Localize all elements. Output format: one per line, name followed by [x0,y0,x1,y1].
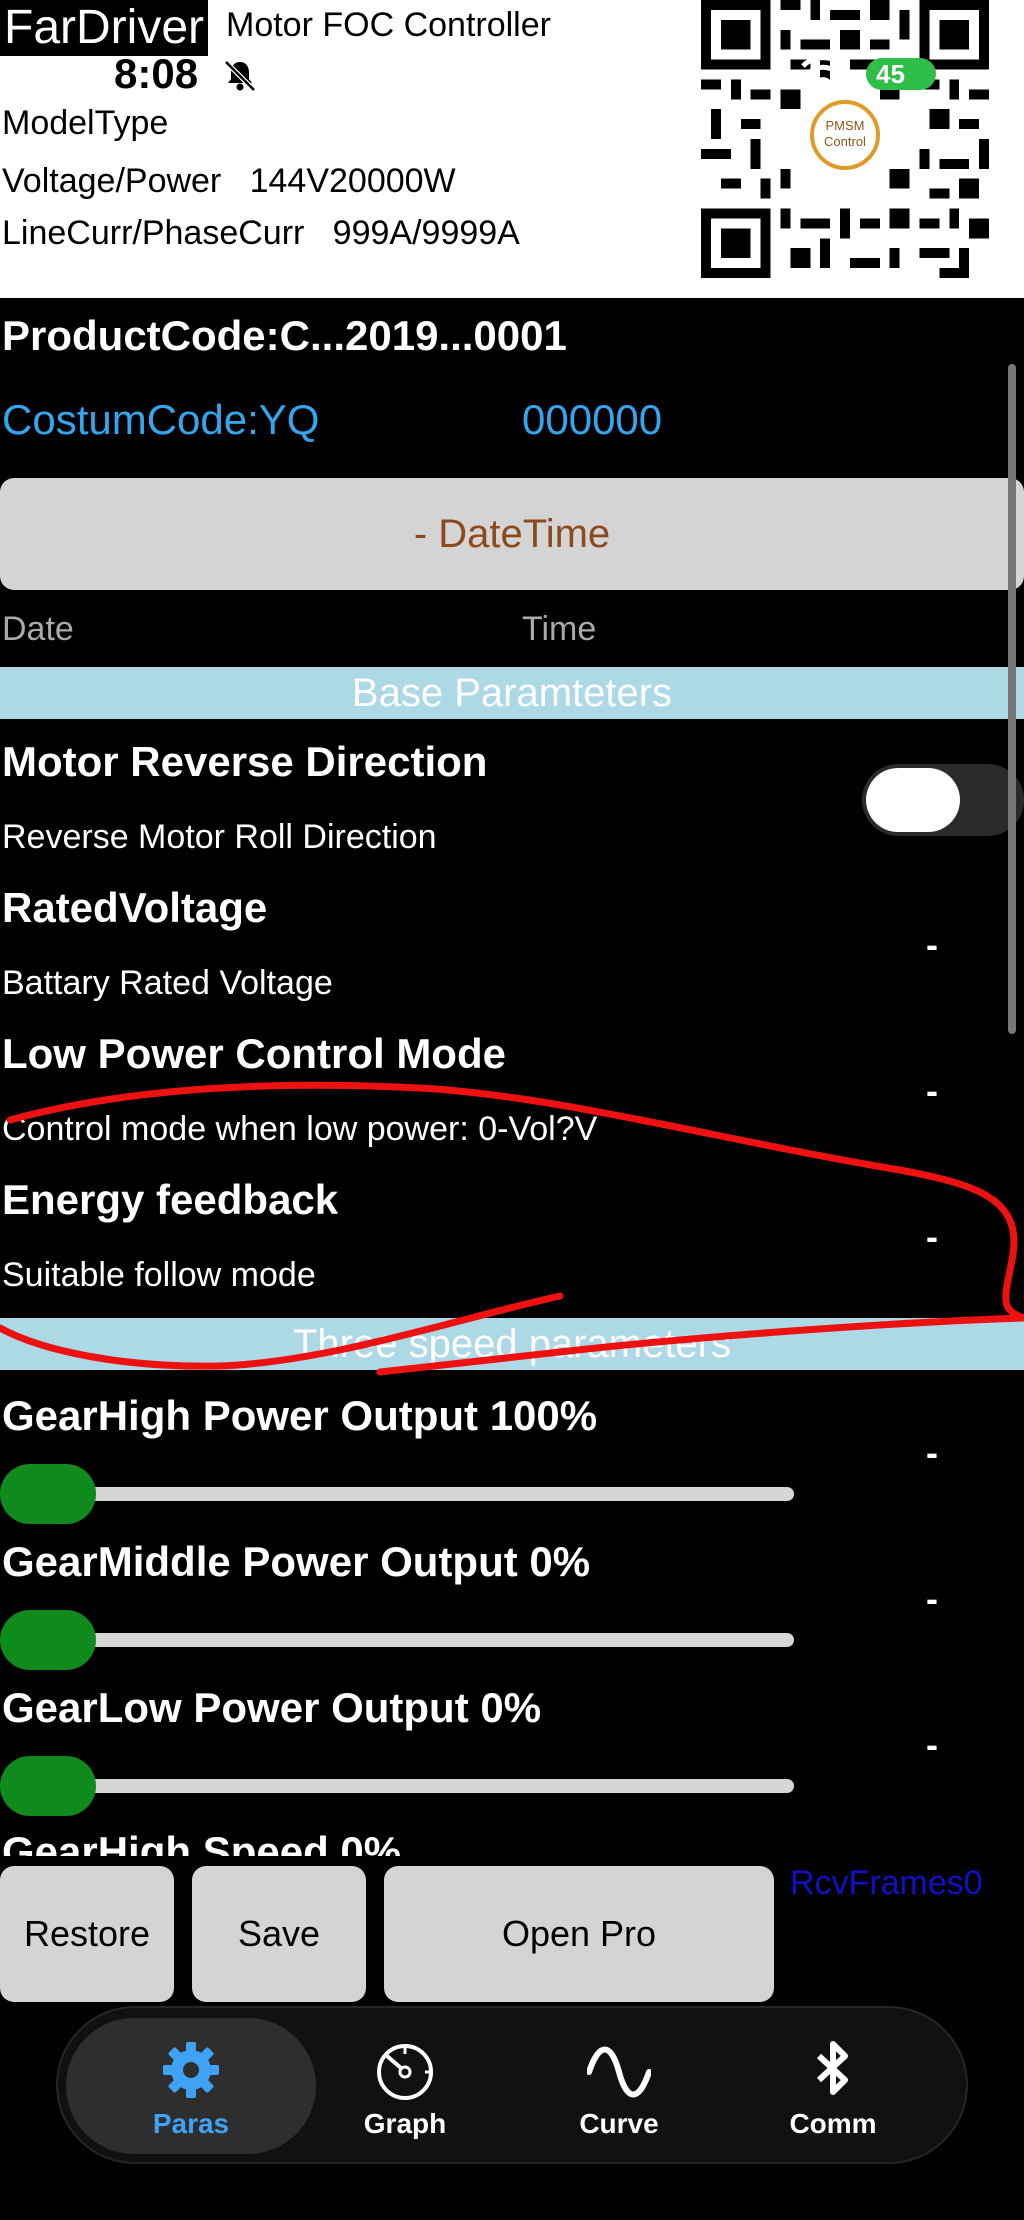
tab-curve[interactable]: Curve [494,2018,744,2154]
bluetooth-icon [816,2041,848,2095]
param-desc-rated-voltage: Battary Rated Voltage [2,964,333,1002]
custom-code[interactable]: CostumCode:YQ [2,396,319,444]
param-value-gear-high-power[interactable]: - [926,1432,938,1474]
gear-low-power-slider-thumb[interactable] [0,1756,96,1816]
param-title-gear-middle-power: GearMiddle Power Output 0% [2,1538,591,1585]
param-title-gear-low-power: GearLow Power Output 0% [2,1684,542,1731]
line-phase-current-label: LineCurr/PhaseCurr 999A/9999A [2,214,520,252]
param-title-energy-feedback: Energy feedback [2,1176,339,1223]
battery-indicator: 45 [866,58,936,90]
product-code: ProductCode:C...2019...0001 [2,312,567,359]
gear-low-power-slider[interactable] [0,1779,794,1793]
section-three-speed: Three speed parameters [0,1318,1024,1370]
app-header: FarDriver Motor FOC Controller 8:08 Mode… [0,0,1024,298]
param-value-gear-low-power[interactable]: - [926,1724,938,1766]
param-desc-energy-feedback: Suitable follow mode [2,1256,316,1294]
param-title-gear-high-speed: GearHigh Speed 0% [2,1828,402,1856]
tab-comm-label: Comm [789,2108,877,2139]
voltage-power-label: Voltage/Power 144V20000W [2,162,456,200]
gear-middle-power-slider[interactable] [0,1633,794,1647]
wifi-icon [801,56,845,88]
param-title-reverse-direction: Motor Reverse Direction [2,738,488,785]
restore-button[interactable]: Restore [0,1866,174,2002]
bell-muted-icon [224,60,256,92]
tab-curve-label: Curve [579,2108,659,2139]
app-subtitle: Motor FOC Controller [226,6,551,44]
model-type-label: ModelType [2,104,169,142]
tab-graph-label: Graph [363,2108,447,2139]
gauge-icon [377,2044,433,2100]
gear-middle-power-slider-thumb[interactable] [0,1610,96,1670]
brand-title: FarDriver [0,0,208,56]
rcv-frames-counter: RcvFrames0 [790,1864,983,1902]
reverse-direction-toggle[interactable] [862,764,1024,836]
tab-paras-label: Paras [152,2108,230,2139]
param-title-low-power-mode: Low Power Control Mode [2,1030,506,1077]
tab-bar: Paras Graph Curve Comm [56,2006,968,2164]
scrollbar[interactable] [1008,364,1016,1034]
param-value-rated-voltage[interactable]: - [926,924,938,966]
wave-icon [587,2046,651,2098]
pmsm-control-logo: PMSM Control [810,100,880,170]
section-base-parameters: Base Paramteters [0,667,1024,719]
param-value-low-power-mode[interactable]: - [926,1070,938,1112]
status-clock: 8:08 [114,50,199,97]
param-desc-low-power-mode: Control mode when low power: 0-Vol?V [2,1110,598,1148]
tab-graph[interactable]: Graph [280,2018,530,2154]
param-title-gear-high-power: GearHigh Power Output 100% [2,1392,598,1439]
toggle-knob [866,768,960,832]
date-label: Date [2,610,74,648]
tab-comm[interactable]: Comm [708,2018,958,2154]
datetime-button[interactable]: - DateTime [0,478,1024,590]
save-button[interactable]: Save [192,1866,366,2002]
gear-high-power-slider[interactable] [0,1487,794,1501]
param-title-rated-voltage: RatedVoltage [2,884,268,931]
time-label: Time [522,610,597,648]
param-desc-reverse-direction: Reverse Motor Roll Direction [2,818,437,856]
gear-icon [163,2042,219,2098]
tab-paras[interactable]: Paras [66,2018,316,2154]
param-value-gear-middle-power[interactable]: - [926,1578,938,1620]
open-pro-button[interactable]: Open Pro [384,1866,774,2002]
param-value-energy-feedback[interactable]: - [926,1216,938,1258]
gear-high-power-slider-thumb[interactable] [0,1464,96,1524]
custom-code-number[interactable]: 000000 [522,396,662,444]
